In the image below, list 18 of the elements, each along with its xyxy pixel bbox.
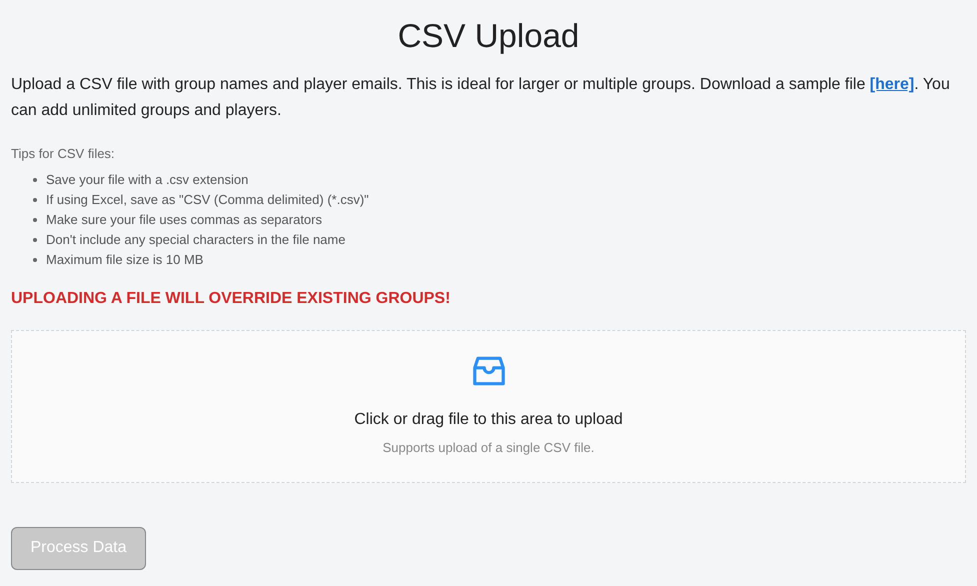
dropzone-hint: Supports upload of a single CSV file. <box>382 438 594 457</box>
tip-text: Maximum file size is 10 MB <box>46 250 204 269</box>
tip-text: Don't include any special characters in the file name <box>46 230 346 249</box>
tip-text: If using Excel, save as "CSV (Comma delimited) (*.csv)" <box>46 190 369 209</box>
tip-text: Save your file with a .csv extension <box>46 170 248 189</box>
upload-dropzone[interactable]: Click or drag file to this area to upload Supports upload of a single CSV file. <box>11 330 966 482</box>
bullet-icon <box>33 198 37 202</box>
sample-file-link[interactable]: [here] <box>870 76 914 93</box>
tip-text: Make sure your file uses commas as separators <box>46 210 322 229</box>
intro-paragraph: Upload a CSV file with group names and player emails. This is ideal for larger or multiple groups. Download a sample file [here]. You can add unlimited groups and players. <box>11 75 951 121</box>
page-title: CSV Upload <box>396 16 580 56</box>
bullet-icon <box>33 178 37 182</box>
bullet-icon <box>33 258 37 262</box>
bullet-icon <box>33 238 37 242</box>
tips-heading: Tips for CSV files: <box>11 145 116 163</box>
warning-text: UPLOADING A FILE WILL OVERRIDE EXISTING GROUPS! <box>11 288 452 308</box>
dropzone-text: Click or drag file to this area to upload <box>354 410 623 430</box>
bullet-icon <box>33 218 37 222</box>
